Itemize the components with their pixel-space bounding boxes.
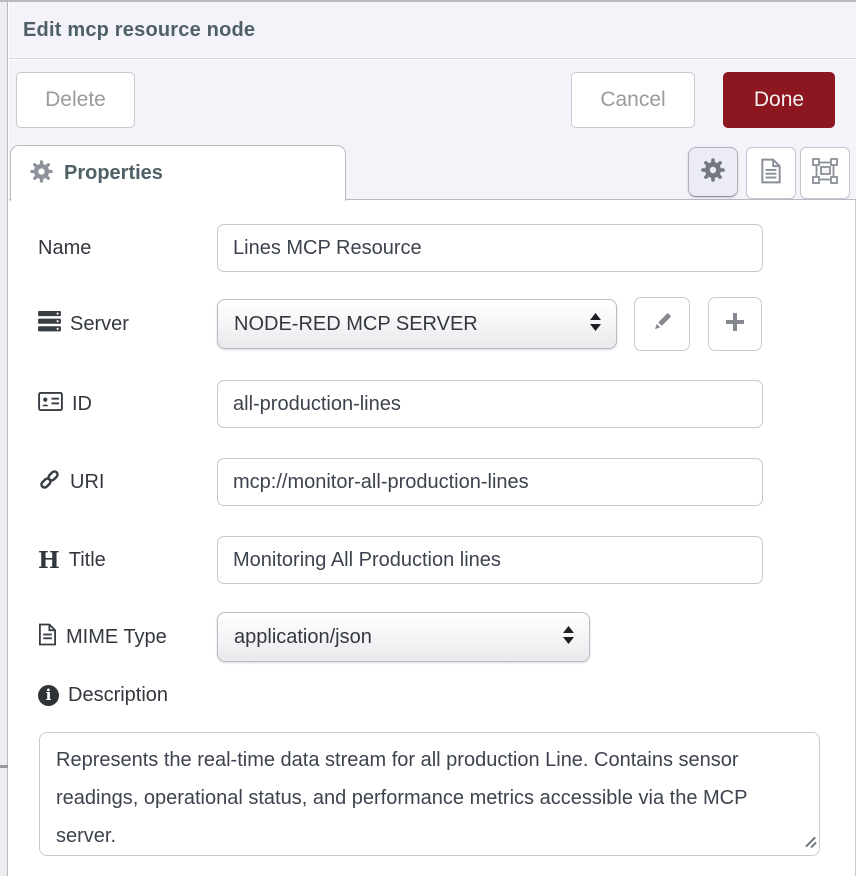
name-label: Name — [38, 224, 91, 272]
document-icon — [759, 158, 783, 189]
workspace-gutter — [0, 2, 8, 876]
done-button[interactable]: Done — [723, 72, 835, 128]
uri-label: URI — [38, 458, 104, 506]
dialog-title: Edit mcp resource node — [23, 19, 255, 42]
properties-tab-button[interactable] — [688, 147, 738, 197]
id-input[interactable] — [217, 380, 763, 428]
server-select[interactable]: NODE-RED MCP SERVER — [217, 299, 617, 349]
server-icon — [38, 311, 61, 338]
server-label: Server — [38, 300, 129, 348]
updown-arrows-icon — [589, 313, 602, 336]
link-icon — [38, 468, 61, 497]
appearance-icon — [812, 158, 838, 189]
mime-type-label: MIME Type — [38, 613, 167, 661]
tab-properties[interactable]: Properties — [10, 145, 346, 201]
title-label: H Title — [38, 536, 106, 584]
edit-node-dialog: Edit mcp resource node Delete Cancel Don… — [0, 0, 856, 876]
edit-server-button[interactable] — [634, 297, 690, 351]
delete-button[interactable]: Delete — [16, 72, 135, 128]
dialog-header: Edit mcp resource node — [9, 2, 856, 59]
dialog-toolbar: Delete Cancel Done — [9, 60, 856, 135]
id-card-icon — [38, 392, 63, 417]
tab-properties-label: Properties — [64, 162, 163, 185]
title-input[interactable] — [217, 536, 763, 584]
appearance-tab-button[interactable] — [800, 147, 850, 199]
gutter-notch — [0, 765, 8, 768]
gear-icon — [701, 158, 725, 187]
description-textarea[interactable]: Represents the real-time data stream for… — [39, 732, 820, 856]
name-input[interactable] — [217, 224, 763, 272]
plus-icon — [724, 311, 746, 338]
mime-type-select-value: application/json — [234, 626, 562, 649]
description-label: i Description — [38, 681, 168, 709]
tab-bar: Properties — [9, 135, 856, 200]
server-select-value: NODE-RED MCP SERVER — [234, 313, 589, 336]
updown-arrows-icon — [562, 626, 575, 649]
id-label: ID — [38, 380, 92, 428]
properties-form: Name Server NODE-RED MCP SERVER — [9, 200, 856, 876]
gear-icon — [30, 160, 53, 188]
description-tab-button[interactable] — [746, 147, 796, 199]
pencil-icon — [650, 310, 674, 339]
file-icon — [38, 623, 57, 652]
uri-input[interactable] — [217, 458, 763, 506]
info-icon: i — [38, 685, 59, 706]
mime-type-select[interactable]: application/json — [217, 612, 590, 662]
heading-icon: H — [38, 549, 60, 572]
cancel-button[interactable]: Cancel — [571, 72, 695, 128]
add-server-button[interactable] — [708, 297, 762, 351]
